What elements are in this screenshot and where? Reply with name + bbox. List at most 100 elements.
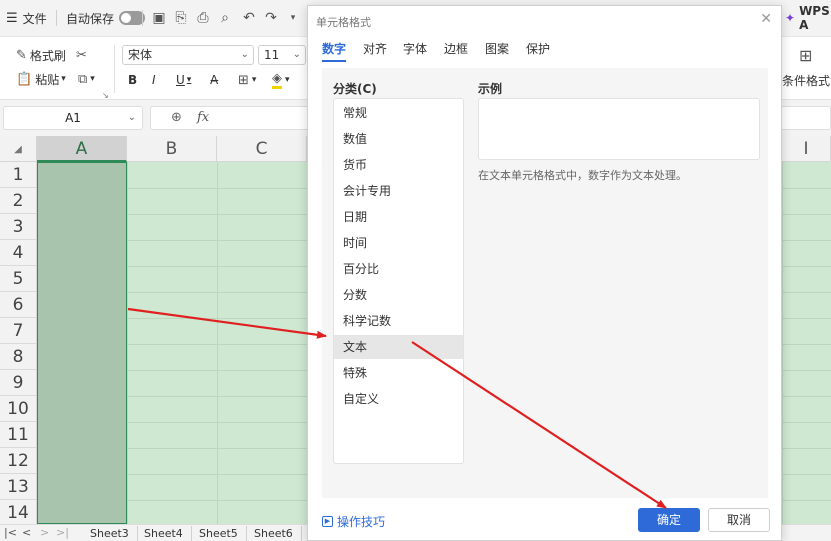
chevron-down-icon: ⌄	[240, 49, 249, 60]
sheet-tab[interactable]: Sheet3	[82, 526, 138, 541]
print-icon[interactable]: ⎙	[194, 9, 212, 27]
tab-number[interactable]: 数字	[322, 40, 346, 57]
tab-border[interactable]: 边框	[444, 40, 468, 57]
category-item[interactable]: 特殊	[334, 361, 463, 385]
separator	[142, 10, 143, 26]
row-header[interactable]: 8	[0, 344, 37, 370]
wps-logo-icon: ✦	[785, 11, 796, 25]
redo-icon[interactable]: ↷	[262, 9, 280, 27]
name-box-value: A1	[65, 111, 81, 125]
tab-font[interactable]: 字体	[403, 40, 427, 57]
format-cells-dialog: 单元格格式 ✕ 数字 对齐 字体 边框 图案 保护 分类(C) 常规 数值 货币…	[307, 5, 782, 541]
row-header[interactable]: 3	[0, 214, 37, 240]
row-header[interactable]: 5	[0, 266, 37, 292]
last-sheet-icon[interactable]: >|	[56, 526, 69, 539]
tips-link[interactable]: ▶ 操作技巧	[322, 513, 385, 530]
row-header[interactable]: 1	[0, 162, 37, 188]
row-header[interactable]: 6	[0, 292, 37, 318]
conditional-format-button[interactable]: 条件格式	[782, 70, 830, 90]
fx-icon[interactable]: fx	[197, 110, 209, 125]
close-icon[interactable]: ✕	[760, 11, 772, 27]
category-item[interactable]: 自定义	[334, 387, 463, 411]
print-preview-icon[interactable]: ⌕	[216, 9, 234, 27]
row-header[interactable]: 4	[0, 240, 37, 266]
row-header[interactable]: 13	[0, 474, 37, 500]
select-all-corner[interactable]: ◢	[0, 136, 37, 162]
autosave-toggle[interactable]: 自动保存	[66, 8, 146, 28]
play-icon: ▶	[322, 516, 333, 527]
sheet-tab[interactable]: Sheet4	[136, 526, 192, 541]
row-header[interactable]: 14	[0, 500, 37, 524]
zoom-icon[interactable]: ⊕	[171, 110, 182, 125]
category-description: 在文本单元格格式中，数字作为文本处理。	[478, 169, 687, 182]
autosave-label: 自动保存	[66, 11, 115, 26]
format-painter-icon: ✎	[16, 47, 27, 63]
tab-alignment[interactable]: 对齐	[363, 40, 387, 57]
row-header[interactable]: 9	[0, 370, 37, 396]
undo-icon[interactable]: ↶	[240, 9, 258, 27]
first-sheet-icon[interactable]: |<	[4, 526, 17, 539]
font-name-select[interactable]: 宋体 ⌄	[122, 45, 254, 65]
selected-column-a[interactable]	[37, 162, 127, 524]
column-header-a[interactable]: A	[37, 136, 127, 162]
save-icon[interactable]: ▣	[150, 9, 168, 27]
category-item[interactable]: 百分比	[334, 257, 463, 281]
category-item[interactable]: 日期	[334, 205, 463, 229]
sheet-tab[interactable]: Sheet5	[191, 526, 247, 541]
category-item[interactable]: 货币	[334, 153, 463, 177]
italic-label: I	[152, 73, 156, 87]
paste-label: 粘贴	[35, 72, 60, 87]
file-menu[interactable]: ☰ 文件	[6, 8, 47, 28]
copy-icon: ⧉	[78, 71, 88, 87]
format-painter-label: 格式刷	[29, 48, 66, 63]
category-item[interactable]: 会计专用	[334, 179, 463, 203]
tab-pattern[interactable]: 图案	[485, 40, 509, 57]
chevron-down-icon: ⌄	[127, 112, 136, 123]
brand-label: WPS A	[799, 4, 830, 32]
wps-brand[interactable]: ✦ WPS A	[785, 4, 831, 32]
scissors-icon: ✂	[76, 47, 87, 63]
format-painter-button[interactable]: ✎ 格式刷	[16, 45, 66, 65]
conditional-format-icon[interactable]: ⊞	[799, 45, 815, 65]
row-header[interactable]: 7	[0, 318, 37, 344]
column-header-i[interactable]: I	[782, 136, 831, 162]
category-item[interactable]: 分数	[334, 283, 463, 307]
column-header-c[interactable]: C	[217, 136, 307, 162]
sample-preview	[478, 98, 760, 160]
category-list[interactable]: 常规 数值 货币 会计专用 日期 时间 百分比 分数 科学记数 文本 特殊 自定…	[333, 98, 464, 464]
export-pdf-icon[interactable]: ⎘	[172, 9, 190, 27]
next-sheet-icon[interactable]: >	[40, 526, 49, 539]
row-header[interactable]: 12	[0, 448, 37, 474]
underline-button[interactable]: U ▾	[176, 70, 191, 90]
column-header-b[interactable]: B	[127, 136, 217, 162]
cancel-button[interactable]: 取消	[708, 508, 770, 532]
strikethrough-button[interactable]: A̶	[210, 70, 218, 90]
italic-button[interactable]: I	[152, 70, 156, 90]
row-header[interactable]: 2	[0, 188, 37, 214]
gridline	[127, 162, 128, 524]
category-item[interactable]: 时间	[334, 231, 463, 255]
paste-button[interactable]: 📋 粘贴 ▾	[16, 69, 66, 89]
fill-color-button[interactable]: ◈ ▾	[272, 70, 290, 90]
cut-button[interactable]: ✂	[76, 45, 90, 65]
sheet-tab[interactable]: Sheet6	[246, 526, 302, 541]
font-size-value: 11	[264, 48, 280, 62]
row-header[interactable]: 10	[0, 396, 37, 422]
name-box[interactable]: A1 ⌄	[3, 106, 143, 130]
tab-protection[interactable]: 保护	[526, 40, 550, 57]
category-item[interactable]: 科学记数	[334, 309, 463, 333]
border-button[interactable]: ⊞ ▾	[238, 70, 256, 90]
category-item-selected[interactable]: 文本	[334, 335, 463, 359]
category-item[interactable]: 常规	[334, 101, 463, 125]
category-item[interactable]: 数值	[334, 127, 463, 151]
chevron-down-icon[interactable]: ▾	[284, 9, 302, 27]
chevron-down-icon: ▾	[251, 75, 257, 85]
font-size-select[interactable]: 11 ⌄	[258, 45, 306, 65]
bold-button[interactable]: B	[128, 70, 137, 90]
ok-button[interactable]: 确定	[638, 508, 700, 532]
bold-label: B	[128, 73, 138, 87]
gridline	[217, 162, 218, 524]
prev-sheet-icon[interactable]: <	[22, 526, 31, 539]
row-header[interactable]: 11	[0, 422, 37, 448]
copy-button[interactable]: ⧉ ▾	[78, 69, 95, 89]
